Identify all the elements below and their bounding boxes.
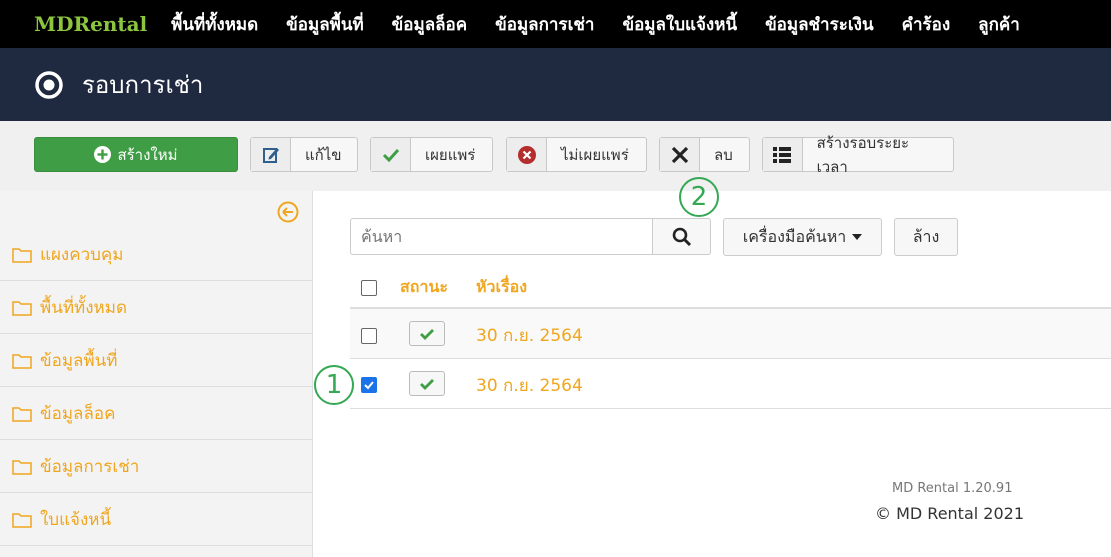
page-header: รอบการเช่า (0, 48, 1111, 121)
folder-icon (12, 459, 32, 475)
delete-button[interactable]: ลบ (659, 137, 750, 172)
column-header-status[interactable]: สถานะ (400, 275, 448, 300)
table-row: 30 ก.ย. 2564 (350, 309, 1111, 359)
sidebar-item-lock-info[interactable]: ข้อมูลล็อค (0, 388, 312, 440)
version-text: MD Rental 1.20.91 (892, 481, 1013, 496)
new-button-label: สร้างใหม่ (117, 145, 178, 164)
create-period-button-label: สร้างรอบระยะเวลา (816, 133, 910, 176)
nav-item-payment-info[interactable]: ข้อมูลชำระเงิน (765, 11, 874, 38)
toolbar: สร้างใหม่ แก้ไข เผยแพร่ ไม่เผยแพร่ ลบ สร… (0, 121, 1111, 192)
sidebar-item-label: ข้อมูลพื้นที่ (40, 351, 118, 371)
times-icon (660, 138, 700, 171)
table-row: 30 ก.ย. 2564 (350, 359, 1111, 409)
copyright-text: © MD Rental 2021 (875, 504, 1025, 523)
check-icon (420, 328, 434, 340)
sidebar-item-dashboard[interactable]: แผงควบคุม (0, 229, 312, 281)
new-button[interactable]: สร้างใหม่ (34, 137, 238, 172)
nav-item-area-info[interactable]: ข้อมูลพื้นที่ (286, 11, 364, 38)
edit-button[interactable]: แก้ไข (250, 137, 358, 172)
clear-button[interactable]: ล้าง (894, 218, 958, 256)
folder-icon (12, 247, 32, 263)
unpublish-button[interactable]: ไม่เผยแพร่ (506, 137, 647, 172)
published-toggle[interactable] (409, 371, 445, 396)
nav-item-customers[interactable]: ลูกค้า (978, 11, 1020, 38)
select-all-checkbox[interactable] (361, 280, 377, 296)
create-period-button[interactable]: สร้างรอบระยะเวลา (762, 134, 954, 176)
checkmark-icon (364, 381, 374, 390)
sidebar-item-invoice[interactable]: ใบแจ้งหนี้ (0, 494, 312, 546)
nav-item-all-areas[interactable]: พื้นที่ทั้งหมด (171, 11, 258, 38)
sidebar-item-label: แผงควบคุม (40, 245, 124, 265)
sidebar-item-label: ข้อมูลการเช่า (40, 457, 140, 477)
row-checkbox-checked[interactable] (361, 377, 377, 393)
nav-item-invoice-info[interactable]: ข้อมูลใบแจ้งหนี้ (622, 11, 737, 38)
unpublish-button-label: ไม่เผยแพร่ (561, 145, 629, 164)
brand-logo[interactable]: MDRental (34, 12, 147, 36)
main-content: เครื่องมือค้นหา ล้าง สถานะ หัวเรื่อง 30 … (313, 191, 1111, 557)
search-tools-button[interactable]: เครื่องมือค้นหา (723, 218, 882, 256)
delete-button-label: ลบ (714, 145, 733, 164)
times-circle-icon (507, 138, 547, 171)
publish-button[interactable]: เผยแพร่ (370, 137, 493, 172)
check-icon (420, 378, 434, 390)
sidebar-item-label: ใบแจ้งหนี้ (40, 510, 112, 530)
nav-item-requests[interactable]: คำร้อง (902, 11, 951, 38)
page-title: รอบการเช่า (82, 71, 204, 99)
annotation-marker-2: 2 (679, 177, 719, 217)
sidebar-item-rental-info[interactable]: ข้อมูลการเช่า (0, 441, 312, 493)
publish-button-label: เผยแพร่ (425, 145, 476, 164)
top-navbar: MDRental พื้นที่ทั้งหมด ข้อมูลพื้นที่ ข้… (0, 0, 1111, 48)
table-header: สถานะ หัวเรื่อง (350, 263, 1111, 309)
caret-down-icon (852, 234, 863, 240)
folder-icon (12, 512, 32, 528)
published-toggle[interactable] (409, 321, 445, 346)
column-header-title[interactable]: หัวเรื่อง (476, 275, 527, 300)
edit-button-label: แก้ไข (305, 145, 342, 164)
nav-item-rental-info[interactable]: ข้อมูลการเช่า (495, 11, 594, 38)
list-icon (763, 138, 803, 171)
search-tools-label: เครื่องมือค้นหา (742, 226, 847, 246)
sidebar-item-label: พื้นที่ทั้งหมด (40, 298, 127, 318)
nav-item-lock-info[interactable]: ข้อมูลล็อค (392, 11, 467, 38)
folder-icon (12, 300, 32, 316)
sidebar-item-area-info[interactable]: ข้อมูลพื้นที่ (0, 335, 312, 387)
search-icon (672, 227, 691, 246)
annotation-marker-1: 1 (314, 365, 354, 405)
folder-icon (12, 406, 32, 422)
check-icon (371, 138, 411, 171)
plus-circle-icon (94, 146, 112, 163)
edit-icon (251, 138, 291, 171)
arrow-circle-left-icon[interactable] (277, 201, 299, 223)
row-title-link[interactable]: 30 ก.ย. 2564 (476, 322, 583, 349)
row-title-link[interactable]: 30 ก.ย. 2564 (476, 372, 583, 399)
sidebar: แผงควบคุม พื้นที่ทั้งหมด ข้อมูลพื้นที่ ข… (0, 191, 313, 557)
sidebar-item-all-areas[interactable]: พื้นที่ทั้งหมด (0, 282, 312, 334)
radio-circle-icon (35, 70, 63, 99)
row-checkbox[interactable] (361, 328, 377, 344)
sidebar-item-label: ข้อมูลล็อค (40, 404, 116, 424)
search-button[interactable] (652, 218, 711, 255)
search-input[interactable] (350, 218, 653, 255)
folder-icon (12, 353, 32, 369)
